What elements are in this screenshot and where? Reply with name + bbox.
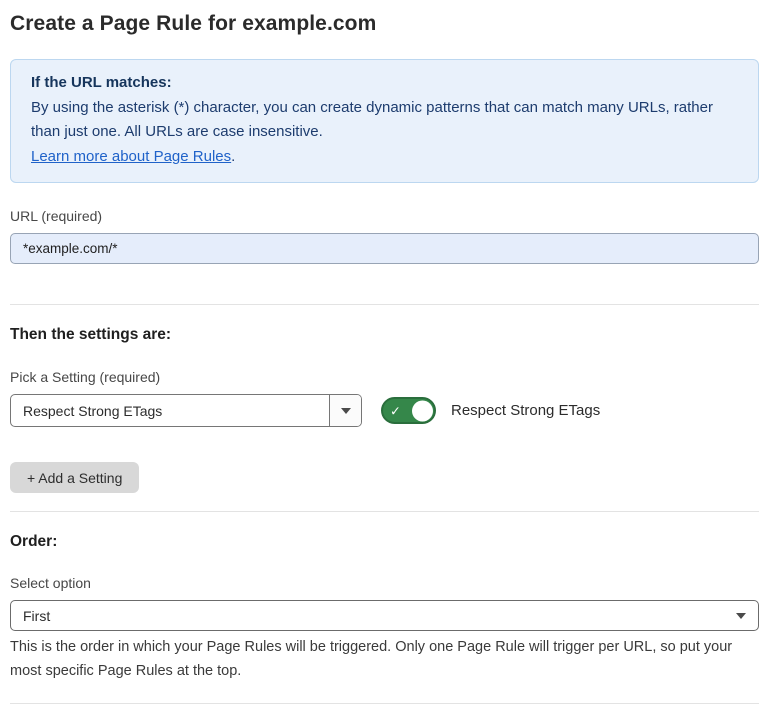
url-field-label: URL (required) [10,208,759,224]
toggle-knob [412,400,433,421]
settings-section-heading: Then the settings are: [10,326,759,344]
info-box-link-line: Learn more about Page Rules. [31,145,738,170]
setting-select[interactable]: Respect Strong ETags [10,394,362,427]
info-box-heading: If the URL matches: [31,71,738,96]
link-suffix: . [231,148,235,165]
order-select[interactable]: First [10,600,759,631]
etags-toggle[interactable]: ✓ [381,397,436,424]
footer-divider [10,703,759,704]
url-match-info-box: If the URL matches: By using the asteris… [10,59,759,183]
etags-toggle-wrap: ✓ Respect Strong ETags [381,397,600,424]
info-box-body: By using the asterisk (*) character, you… [31,96,731,145]
url-input[interactable] [10,233,759,264]
setting-select-value: Respect Strong ETags [11,395,329,426]
setting-row: Respect Strong ETags ✓ Respect Strong ET… [10,394,759,427]
order-section-heading: Order: [10,533,759,551]
section-divider [10,511,759,512]
create-page-rule-form: Create a Page Rule for example.com If th… [0,0,769,718]
order-select-value: First [23,608,50,624]
check-icon: ✓ [390,404,401,417]
page-title: Create a Page Rule for example.com [10,12,759,36]
learn-more-link[interactable]: Learn more about Page Rules [31,148,231,165]
pick-setting-label: Pick a Setting (required) [10,369,759,385]
chevron-down-icon [736,613,746,619]
section-divider [10,304,759,305]
order-help-text: This is the order in which your Page Rul… [10,636,759,683]
etags-toggle-label: Respect Strong ETags [451,402,600,419]
setting-select-arrow-button[interactable] [329,395,361,426]
order-select-label: Select option [10,575,759,591]
add-setting-button[interactable]: + Add a Setting [10,462,139,493]
dropdown-arrow-icon [341,408,351,414]
